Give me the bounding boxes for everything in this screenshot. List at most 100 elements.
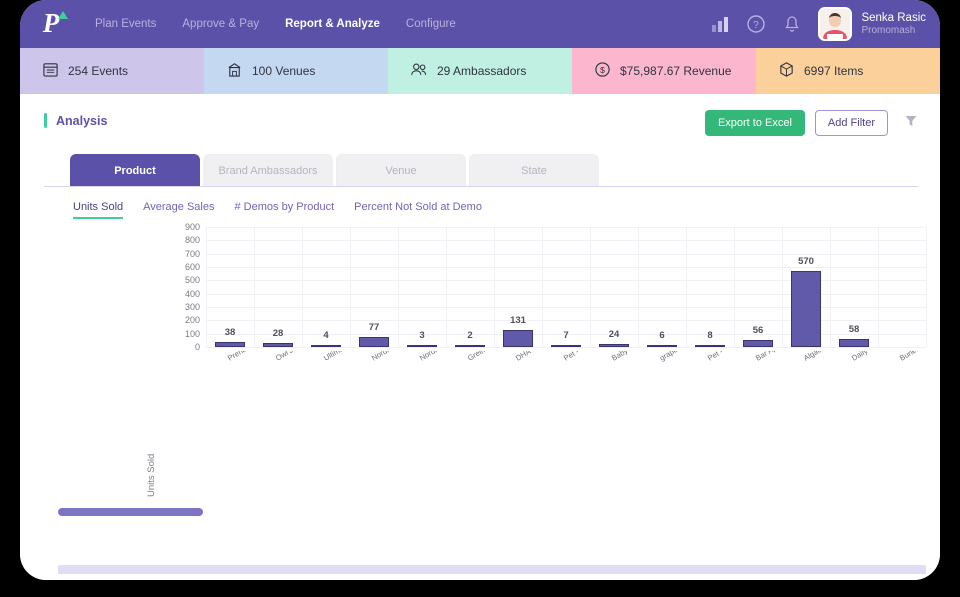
x-tick-label: Pet - Omega-3 Pet - unflavored - 90 ct. … bbox=[706, 351, 869, 363]
bar[interactable] bbox=[599, 343, 629, 347]
bar[interactable] bbox=[791, 271, 821, 347]
x-tick-label: grape 10 oz bbox=[658, 351, 697, 363]
vertical-gridline bbox=[302, 227, 303, 347]
bar-value-label: 2 bbox=[467, 330, 473, 341]
main-content: Analysis Export to Excel Add Filter Prod… bbox=[20, 94, 940, 580]
svg-text:$: $ bbox=[600, 65, 605, 75]
vertical-gridline bbox=[398, 227, 399, 347]
bar[interactable] bbox=[551, 345, 581, 347]
horizontal-scrollbar-thumb[interactable] bbox=[58, 508, 203, 516]
calendar-icon bbox=[42, 61, 59, 81]
nav-link-approve-pay[interactable]: Approve & Pay bbox=[169, 18, 272, 30]
bar[interactable] bbox=[743, 339, 773, 347]
stats-strip: 254 Events 100 Venues 29 Ambassadors $ $… bbox=[20, 48, 940, 94]
vertical-gridline bbox=[686, 227, 687, 347]
stat-items[interactable]: 6997 Items bbox=[756, 48, 940, 94]
user-name: Senka Rasic bbox=[861, 11, 926, 24]
horizontal-scrollbar[interactable] bbox=[58, 508, 918, 516]
bar[interactable] bbox=[407, 345, 437, 347]
top-navigation-bar: P Plan Events Approve & Pay Report & Ana… bbox=[20, 0, 940, 48]
bar[interactable] bbox=[695, 345, 725, 347]
vertical-gridline bbox=[638, 227, 639, 347]
bar[interactable] bbox=[839, 339, 869, 347]
dollar-circle-icon: $ bbox=[594, 61, 611, 81]
bar[interactable] bbox=[215, 341, 245, 347]
export-to-excel-button[interactable]: Export to Excel bbox=[704, 110, 805, 136]
y-tick-label: 400 bbox=[184, 288, 200, 299]
tab-product[interactable]: Product bbox=[70, 154, 200, 186]
action-buttons: Export to Excel Add Filter bbox=[704, 110, 918, 136]
subtab-units-sold[interactable]: Units Sold bbox=[73, 201, 124, 219]
vertical-gridline bbox=[350, 227, 351, 347]
funnel-icon[interactable] bbox=[898, 114, 918, 133]
bar-value-label: 4 bbox=[323, 330, 329, 341]
gridline bbox=[206, 347, 926, 348]
analysis-title-text: Analysis bbox=[56, 113, 108, 128]
metric-subtabs: Units Sold Average Sales # Demos by Prod… bbox=[20, 187, 940, 219]
vertical-gridline bbox=[206, 227, 207, 347]
nav-link-plan-events[interactable]: Plan Events bbox=[82, 18, 169, 30]
gridline bbox=[206, 253, 926, 255]
bar[interactable] bbox=[647, 345, 677, 347]
bar-value-label: 3 bbox=[419, 330, 425, 341]
vertical-gridline bbox=[542, 227, 543, 347]
nav-link-configure[interactable]: Configure bbox=[393, 18, 469, 30]
chart-bars-icon[interactable] bbox=[710, 14, 730, 34]
y-tick-label: 600 bbox=[184, 262, 200, 272]
browser-window: P Plan Events Approve & Pay Report & Ana… bbox=[20, 0, 940, 580]
vertical-gridline bbox=[446, 227, 447, 347]
vertical-gridline bbox=[254, 227, 255, 347]
bar[interactable] bbox=[359, 336, 389, 347]
tab-brand-ambassadors[interactable]: Brand Ambassadors bbox=[203, 154, 333, 186]
plot-area: 38 28 4 77 3 2 131 7 24 6 8 56 570 58 bbox=[206, 227, 927, 348]
add-filter-button[interactable]: Add Filter bbox=[814, 110, 888, 136]
logo-triangle-icon bbox=[58, 11, 68, 19]
title-accent-bar bbox=[44, 113, 47, 128]
subtab-percent-not-sold[interactable]: Percent Not Sold at Demo bbox=[354, 201, 482, 219]
bar-value-label: 38 bbox=[224, 326, 236, 338]
stat-venues[interactable]: 100 Venues bbox=[204, 48, 388, 94]
nav-right-group: ? Senka Rasic Promomash bbox=[710, 7, 940, 41]
subtab-demos-by-product[interactable]: # Demos by Product bbox=[235, 201, 335, 219]
help-circle-icon[interactable]: ? bbox=[746, 14, 766, 34]
bar-value-label: 77 bbox=[368, 321, 380, 333]
gridline bbox=[206, 227, 926, 228]
vertical-gridline bbox=[590, 227, 591, 347]
venue-building-icon bbox=[226, 61, 243, 81]
stat-ambassadors[interactable]: 29 Ambassadors bbox=[388, 48, 572, 94]
bar-value-label: 24 bbox=[608, 328, 620, 340]
stat-events[interactable]: 254 Events bbox=[20, 48, 204, 94]
y-axis-label: Units Sold bbox=[146, 453, 157, 497]
bar[interactable] bbox=[455, 345, 485, 347]
bell-icon[interactable] bbox=[782, 14, 802, 34]
stat-venues-label: 100 Venues bbox=[252, 64, 316, 78]
vertical-gridline bbox=[734, 227, 735, 347]
logo-letter: P bbox=[42, 7, 60, 38]
y-tick-label: 900 bbox=[184, 222, 200, 232]
y-tick-label: 0 bbox=[194, 342, 200, 352]
user-company: Promomash bbox=[861, 24, 916, 36]
subtab-average-sales[interactable]: Average Sales bbox=[143, 201, 214, 219]
vertical-gridline bbox=[782, 227, 783, 347]
y-tick-label: 200 bbox=[184, 315, 200, 326]
bar[interactable] bbox=[503, 329, 533, 347]
bar-value-label: 6 bbox=[659, 330, 665, 341]
people-icon bbox=[410, 61, 428, 81]
tab-venue[interactable]: Venue bbox=[336, 154, 466, 186]
bar[interactable] bbox=[263, 343, 293, 347]
y-tick-label: 700 bbox=[184, 248, 200, 259]
analysis-header-row: Analysis Export to Excel Add Filter bbox=[20, 94, 940, 136]
box-icon bbox=[778, 61, 795, 81]
user-menu[interactable]: Senka Rasic Promomash bbox=[818, 7, 926, 41]
x-tick-label: Buried Treasure - A bbox=[898, 351, 936, 363]
x-tick-label: Daily Omega - lemon - 30 ct. - MSRP $15.… bbox=[850, 351, 936, 363]
stat-revenue[interactable]: $ $75,987.67 Revenue bbox=[572, 48, 756, 94]
stat-revenue-label: $75,987.67 Revenue bbox=[620, 64, 732, 78]
vertical-gridline bbox=[494, 227, 495, 347]
tab-state[interactable]: State bbox=[469, 154, 599, 186]
promomash-logo[interactable]: P bbox=[20, 0, 82, 48]
analysis-tabs: Product Brand Ambassadors Venue State bbox=[20, 136, 940, 186]
svg-text:?: ? bbox=[754, 20, 760, 31]
bar[interactable] bbox=[311, 345, 341, 347]
nav-link-report-analyze[interactable]: Report & Analyze bbox=[272, 18, 393, 30]
